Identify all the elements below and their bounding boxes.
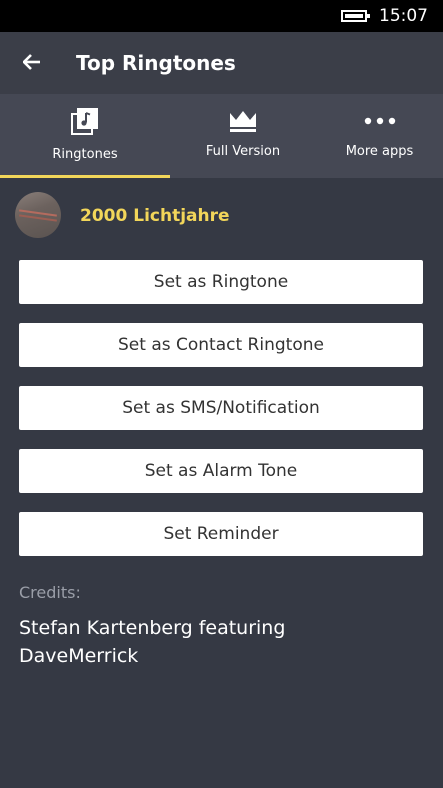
- credits-text: Stefan Kartenberg featuring DaveMerrick: [19, 617, 286, 667]
- song-artwork: [15, 192, 61, 238]
- status-bar: 15:07: [0, 0, 443, 32]
- crown-icon: [230, 111, 256, 132]
- battery-full-icon: [341, 10, 370, 22]
- tab-label: More apps: [345, 144, 414, 159]
- set-ringtone-button[interactable]: Set as Ringtone: [19, 260, 423, 304]
- status-time: 15:07: [379, 6, 428, 26]
- music-library-icon: [71, 108, 98, 135]
- tab-full-version[interactable]: Full Version: [170, 94, 316, 178]
- back-button[interactable]: [18, 48, 46, 76]
- page-title: Top Ringtones: [76, 51, 236, 75]
- set-sms-notification-button[interactable]: Set as SMS/Notification: [19, 386, 423, 430]
- app-header: Top Ringtones: [0, 32, 443, 94]
- tab-label: Ringtones: [52, 147, 118, 162]
- tab-ringtones[interactable]: Ringtones: [0, 94, 170, 178]
- set-alarm-tone-button[interactable]: Set as Alarm Tone: [19, 449, 423, 493]
- set-reminder-button[interactable]: Set Reminder: [19, 512, 423, 556]
- tab-label: Full Version: [205, 144, 281, 159]
- tab-more-apps[interactable]: More apps: [316, 94, 443, 178]
- tab-bar: Ringtones Full Version More apps: [0, 94, 443, 178]
- credits-label: Credits:: [19, 583, 81, 602]
- arrow-left-icon: [23, 54, 40, 70]
- selected-tab-indicator: [0, 175, 170, 178]
- more-dots-icon: [364, 117, 395, 125]
- set-contact-ringtone-button[interactable]: Set as Contact Ringtone: [19, 323, 423, 367]
- song-title: 2000 Lichtjahre: [80, 206, 230, 226]
- song-header: 2000 Lichtjahre: [0, 192, 443, 240]
